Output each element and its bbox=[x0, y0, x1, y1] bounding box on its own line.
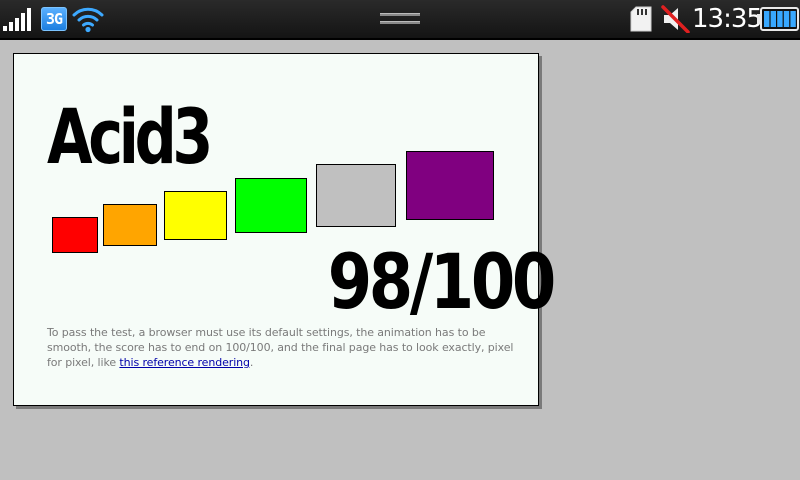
bucket-1 bbox=[52, 217, 98, 253]
status-bar: 3G 13:35 bbox=[0, 0, 800, 40]
battery-cell bbox=[783, 11, 790, 27]
bucket-4 bbox=[235, 178, 307, 233]
description: To pass the test, a browser must use its… bbox=[47, 325, 517, 370]
bucket-5 bbox=[316, 164, 396, 227]
wifi-icon bbox=[72, 7, 104, 33]
sd-card-icon bbox=[630, 6, 652, 32]
description-text: To pass the test, a browser must use its… bbox=[47, 326, 514, 369]
mute-icon bbox=[661, 5, 690, 33]
score: 98/100 bbox=[327, 237, 557, 326]
notification-handle-icon[interactable] bbox=[380, 13, 420, 25]
description-end: . bbox=[249, 356, 254, 369]
battery-cell bbox=[777, 11, 783, 27]
bucket-2 bbox=[103, 204, 157, 246]
reference-rendering-link[interactable]: this reference rendering bbox=[119, 356, 250, 369]
3g-icon: 3G bbox=[41, 7, 67, 31]
battery-cell bbox=[764, 11, 770, 27]
battery-cell bbox=[770, 11, 776, 27]
battery-icon bbox=[757, 7, 799, 31]
page-title: Acid3 bbox=[47, 92, 213, 181]
acid3-page: Acid3 98/100 To pass the test, a browser… bbox=[13, 53, 557, 406]
signal-icon bbox=[3, 7, 35, 31]
bucket-3 bbox=[164, 191, 227, 240]
clock: 13:35 bbox=[692, 4, 763, 34]
battery-cell bbox=[790, 11, 796, 27]
bucket-6 bbox=[406, 151, 494, 220]
